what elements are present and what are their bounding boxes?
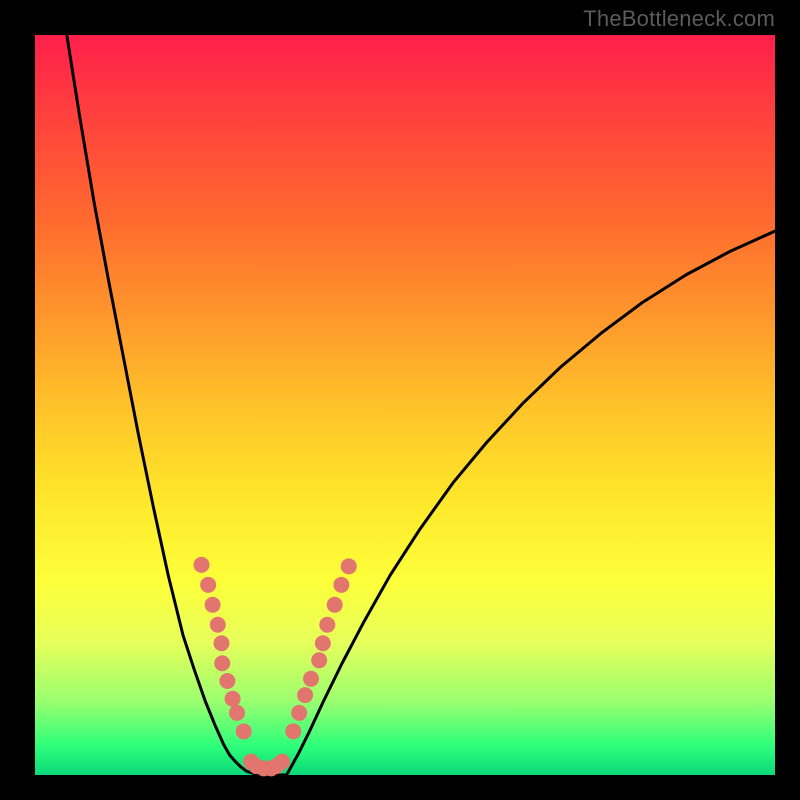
chart-svg-overlay bbox=[0, 0, 800, 800]
chart-frame: TheBottleneck.com bbox=[0, 0, 800, 800]
data-point bbox=[200, 577, 216, 593]
data-point bbox=[311, 652, 327, 668]
data-point bbox=[214, 655, 230, 671]
data-point bbox=[285, 723, 301, 739]
bottleneck-curve bbox=[67, 35, 775, 775]
data-point bbox=[236, 723, 252, 739]
data-point bbox=[315, 635, 331, 651]
data-point bbox=[319, 617, 335, 633]
data-point bbox=[274, 754, 290, 770]
data-point bbox=[205, 597, 221, 613]
data-point bbox=[303, 671, 319, 687]
data-point bbox=[219, 673, 235, 689]
data-point bbox=[327, 597, 343, 613]
data-point bbox=[297, 687, 313, 703]
data-point bbox=[225, 691, 241, 707]
data-point bbox=[291, 705, 307, 721]
data-point bbox=[210, 617, 226, 633]
data-point bbox=[333, 577, 349, 593]
data-point bbox=[341, 558, 357, 574]
data-point bbox=[229, 705, 245, 721]
data-point bbox=[194, 557, 210, 573]
data-point bbox=[213, 635, 229, 651]
